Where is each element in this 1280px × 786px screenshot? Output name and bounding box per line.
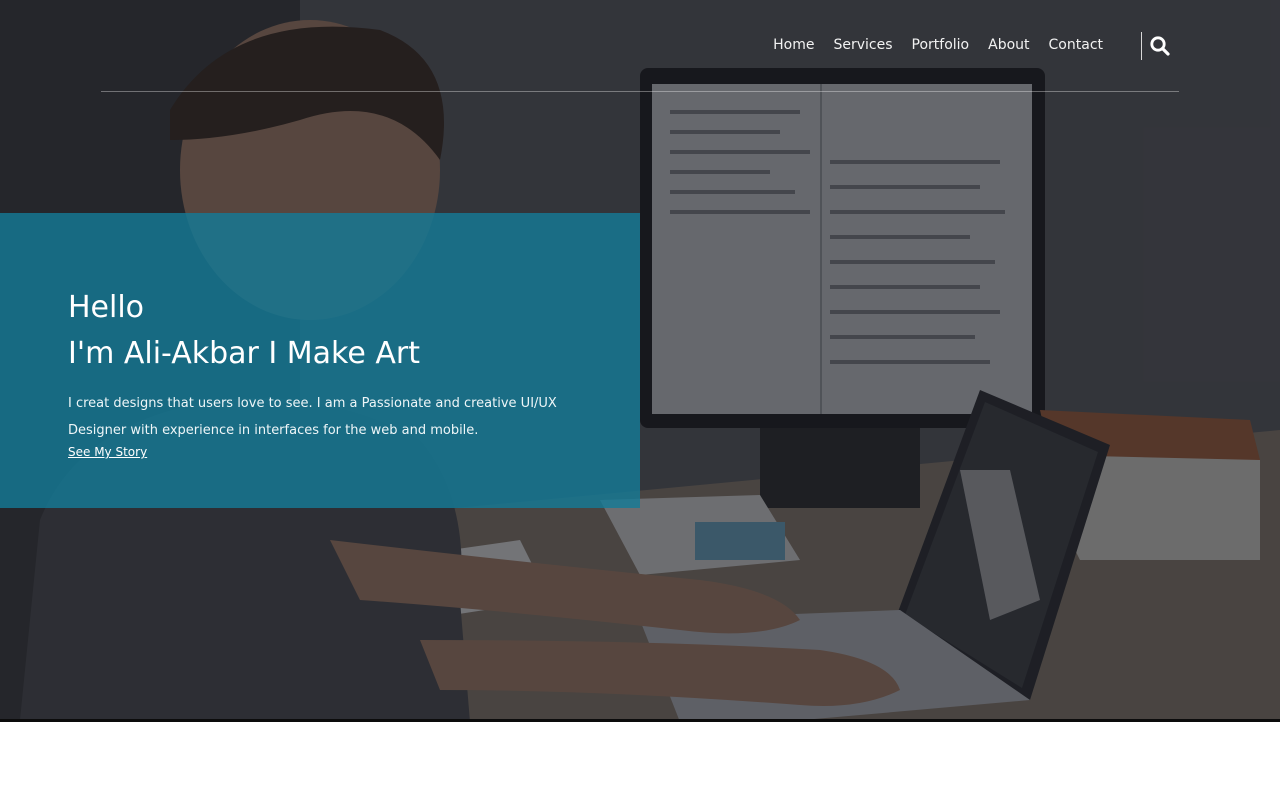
nav-item-services[interactable]: Services [833,37,892,53]
nav-item-about[interactable]: About [988,37,1029,53]
nav-item-contact[interactable]: Contact [1049,37,1103,53]
nav-separator-line [101,91,1179,92]
hero-bottom-border [0,719,1280,722]
main-navigation: Home Services Portfolio About Contact [0,32,1280,62]
nav-item-portfolio[interactable]: Portfolio [912,37,970,53]
nav-item-home[interactable]: Home [773,37,814,53]
hero-description: I creat designs that users love to see. … [68,396,557,438]
hero-heading: Hello I'm Ali-Akbar I Make Art [68,285,420,377]
nav-menu: Home Services Portfolio About Contact [754,37,1103,53]
nav-divider [1141,32,1142,60]
search-icon [1150,36,1170,56]
hero-heading-line2: I'm Ali-Akbar I Make Art [68,336,420,371]
hero-section: Home Services Portfolio About Contact He… [0,0,1280,722]
intro-card: Hello I'm Ali-Akbar I Make Art I creat d… [0,213,640,508]
hero-heading-line1: Hello [68,290,145,325]
see-my-story-link[interactable]: See My Story [68,445,147,459]
search-button[interactable] [1149,35,1171,57]
